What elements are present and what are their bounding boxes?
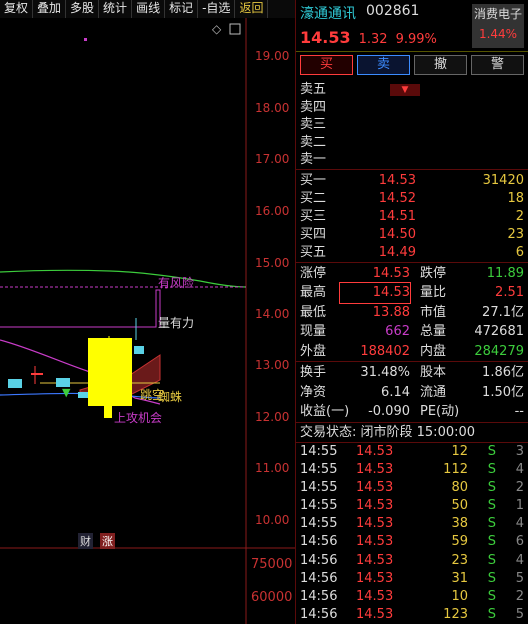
- trade-row: 14:56 14.53 23 S 4: [300, 552, 524, 568]
- ask-row: 卖二: [300, 134, 327, 150]
- rise-badge[interactable]: 涨: [100, 533, 115, 549]
- price-tick: 19.00: [255, 49, 290, 63]
- marker-dot: [84, 38, 87, 41]
- trade-row: 14:55 14.53 38 S 4: [300, 516, 524, 532]
- current-price: 14.53: [300, 28, 351, 47]
- price-tick: 14.00: [255, 307, 290, 321]
- stat-row: 收益(一) -0.090 PE(动) --: [300, 404, 524, 419]
- volume-power-label: 量有力: [158, 316, 195, 330]
- trade-row: 14:55 14.53 80 S 2: [300, 479, 524, 495]
- bid-row[interactable]: 买三 14.51 2: [300, 208, 524, 226]
- trade-row: 14:55 14.53 112 S 4: [300, 461, 524, 477]
- down-arrow-icon: ▼: [62, 386, 71, 399]
- price-change-pct: 9.99%: [395, 32, 437, 47]
- price-tick: 12.00: [255, 410, 290, 424]
- order-book-bids: 买一 14.53 31420 买二 14.52 18 买三 14.51 2 买四 14.50 2…: [296, 168, 528, 262]
- price-tick: 13.00: [255, 358, 290, 372]
- candle: [134, 346, 144, 354]
- ask-row: 卖一: [300, 152, 327, 167]
- price-tick: 15.00: [255, 256, 290, 270]
- candle-tail: [104, 404, 112, 418]
- sector-box[interactable]: 消费电子 1.44%: [472, 4, 524, 48]
- risk-label: 有风险: [158, 276, 195, 290]
- bid-row[interactable]: 买二 14.52 18: [300, 190, 524, 208]
- stat-row: 涨停 14.53 跌停 11.89: [300, 265, 524, 281]
- sector-name: 消费电子: [473, 7, 522, 21]
- diamond-icon[interactable]: ◇: [212, 22, 222, 36]
- stat-row: 现量 662 总量 472681: [300, 324, 524, 339]
- stock-header: 濠通通讯 002861 14.53 1.32 9.99% 消费电子 1.44%: [296, 0, 528, 52]
- sector-pct: 1.44%: [478, 27, 518, 41]
- trade-row: 14:56 14.53 123 S 5: [300, 607, 524, 623]
- trade-row: 14:56 14.53 59 S 6: [300, 534, 524, 550]
- price-tick: 11.00: [255, 461, 290, 475]
- cancel-button[interactable]: 撤: [414, 55, 467, 75]
- stock-code: 002861: [366, 3, 420, 19]
- alarm-button[interactable]: 警: [471, 55, 524, 75]
- price-change: 1.32: [358, 32, 388, 47]
- spider-label: 蜘蛛: [158, 390, 183, 404]
- price-tick: 16.00: [255, 204, 290, 218]
- ask-row: 卖三: [300, 117, 327, 132]
- stat-row: 外盘 188402 内盘 284279: [300, 343, 524, 359]
- trade-row: 14:56 14.53 10 S 2: [300, 589, 524, 604]
- trade-row: 14:55 14.53 50 S 1: [300, 498, 524, 514]
- stat-row: 换手 31.48% 股本 1.86亿: [300, 365, 524, 380]
- sell-button[interactable]: 卖: [357, 55, 410, 75]
- price-tick: 17.00: [255, 152, 290, 166]
- stat-row: 净资 6.14 流通 1.50亿: [300, 384, 524, 400]
- window-icon[interactable]: [229, 23, 241, 35]
- stat-row: 最高 14.53 量比 2.51: [300, 282, 524, 304]
- candle-limit-up: [88, 338, 132, 406]
- trade-status: 交易状态: 闭市阶段 15:00:00: [296, 421, 528, 442]
- volume-tick: 60000: [251, 590, 293, 605]
- chart-canvas: ◇ ▼: [0, 18, 295, 624]
- price-tick: 10.00: [255, 513, 290, 527]
- ma-green-line: [0, 269, 247, 288]
- candle: [8, 379, 22, 388]
- volume-tick: 75000: [251, 557, 293, 572]
- ask-row: 卖四: [300, 99, 327, 115]
- attack-label: 上攻机会: [114, 411, 163, 425]
- trade-row: 14:56 14.53 31 S 5: [300, 570, 524, 586]
- candle: [78, 392, 88, 398]
- bid-row[interactable]: 买一 14.53 31420: [300, 172, 524, 190]
- stats-block: 涨停 14.53 跌停 11.89 最高 14.53 量比 2.51 最低 13.88 市值 27…: [296, 261, 528, 362]
- bid-row[interactable]: 买五 14.49 6: [300, 244, 524, 262]
- candle: [31, 373, 43, 375]
- price-tick: 18.00: [255, 101, 290, 115]
- collapse-chevron-icon[interactable]: ▼: [390, 84, 420, 96]
- buy-button[interactable]: 买: [300, 55, 353, 75]
- finance-badge[interactable]: 财: [78, 533, 93, 549]
- bid-row[interactable]: 买四 14.50 23: [300, 226, 524, 244]
- stock-name[interactable]: 濠通通讯: [300, 3, 356, 23]
- price-line: 14.53 1.32 9.99%: [300, 28, 437, 47]
- kline-chart[interactable]: 复权 叠加 多股 统计 画线 标记 -自选 返回 ◇ ▼ 19.00 18.00…: [0, 0, 295, 624]
- tick-trades[interactable]: 14:55 14.53 12 S 3 14:55 14.53 112 S 4 14:55 14.5…: [296, 441, 528, 624]
- trade-actions: 买 卖 撤 警: [296, 52, 528, 78]
- trade-row: 14:55 14.53 12 S 3: [300, 443, 524, 459]
- stat-row: 最低 13.88 市值 27.1亿: [300, 304, 524, 320]
- stats2-block: 换手 31.48% 股本 1.86亿 净资 6.14 流通 1.50亿 收益(一) -0.09…: [296, 361, 528, 422]
